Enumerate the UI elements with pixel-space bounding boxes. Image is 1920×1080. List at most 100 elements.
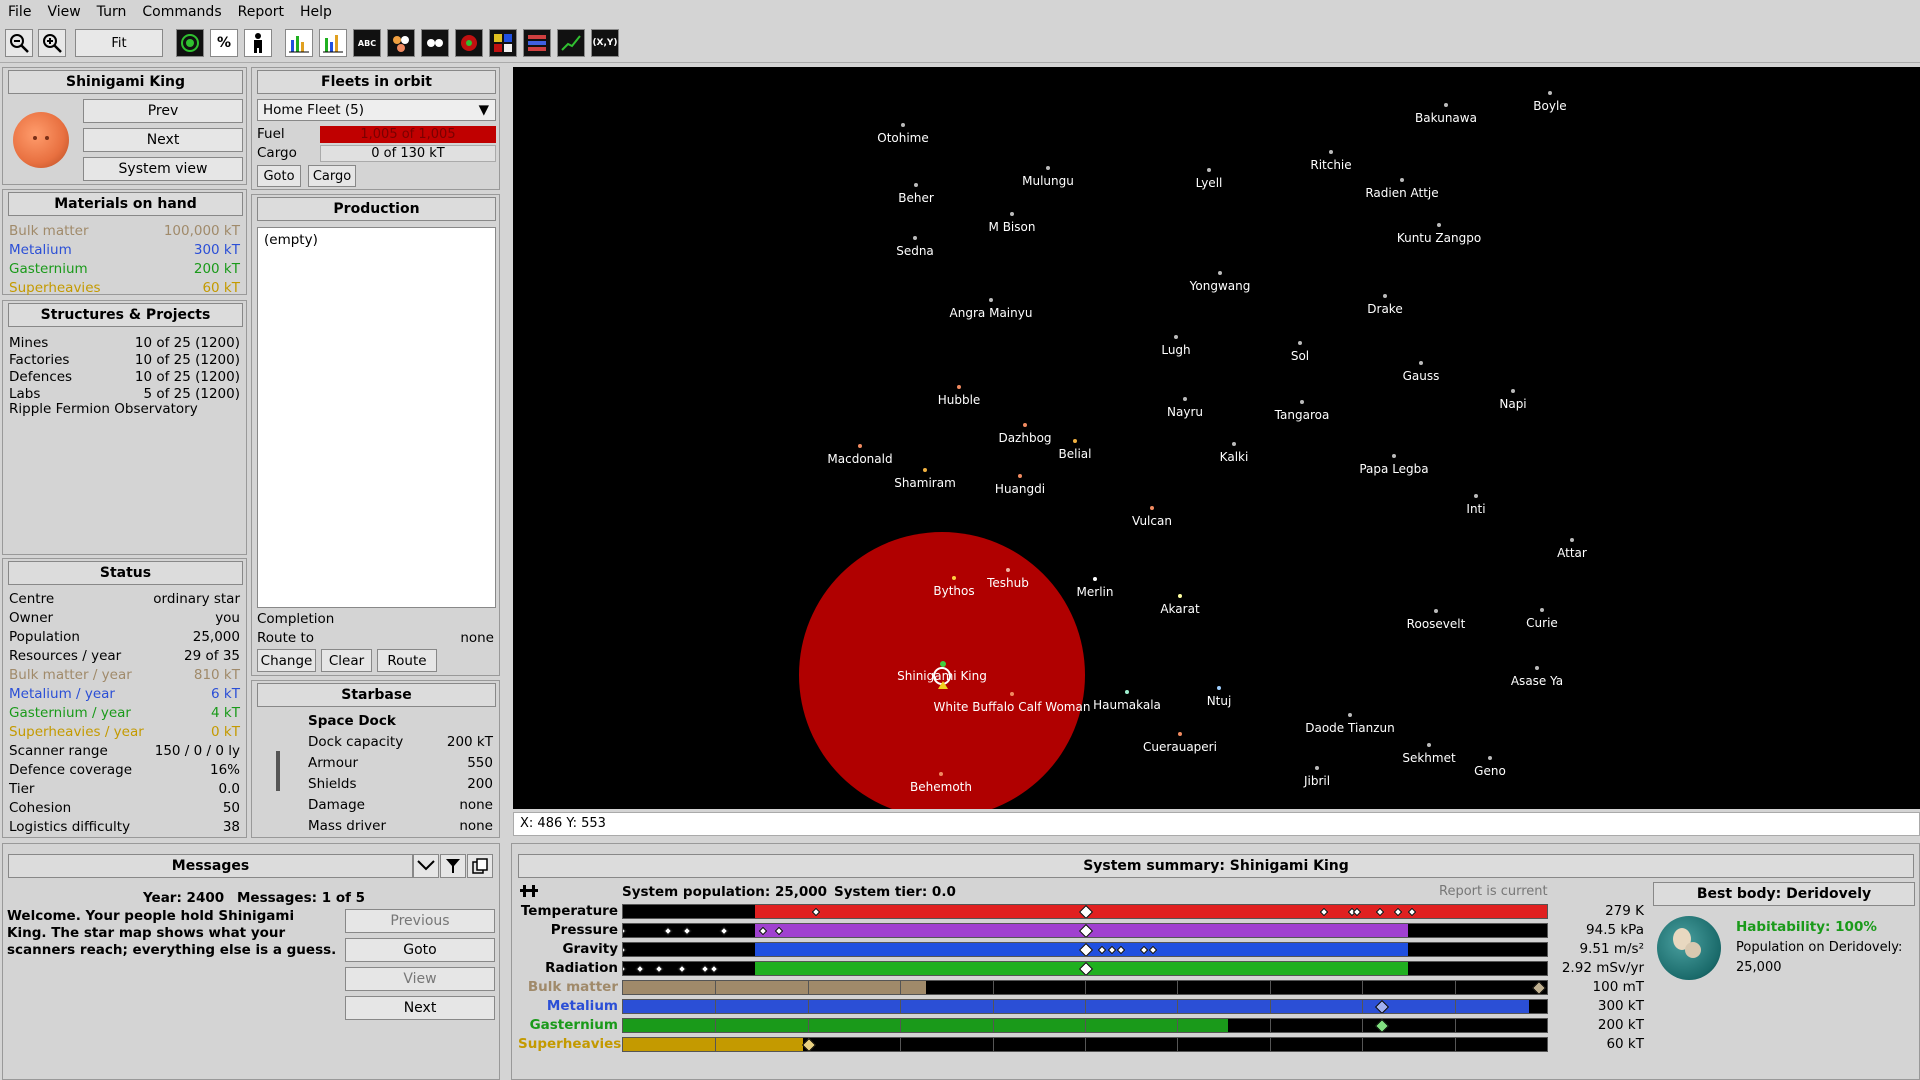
- menu-report[interactable]: Report: [238, 4, 284, 20]
- previous-message-button[interactable]: Previous: [345, 909, 495, 933]
- row-label: Labs: [9, 386, 41, 402]
- star-sol[interactable]: [1298, 341, 1302, 345]
- layers-view-icon[interactable]: [523, 29, 551, 57]
- star-teshub[interactable]: [1006, 568, 1010, 572]
- zoom-in-icon[interactable]: [38, 29, 66, 57]
- star-radien-attje[interactable]: [1400, 178, 1404, 182]
- star-white-buffalo-calf-woman[interactable]: [1010, 692, 1014, 696]
- status-title: Status: [8, 561, 243, 585]
- star-kuntu-zangpo[interactable]: [1437, 223, 1441, 227]
- menu-view[interactable]: View: [47, 4, 80, 20]
- star-curie[interactable]: [1540, 608, 1544, 612]
- star-cuerauaperi[interactable]: [1178, 732, 1182, 736]
- next-message-button[interactable]: Next: [345, 996, 495, 1020]
- prev-button[interactable]: Prev: [83, 99, 243, 123]
- cargo-button[interactable]: Cargo: [308, 165, 356, 187]
- star-attar[interactable]: [1570, 538, 1574, 542]
- clear-button[interactable]: Clear: [321, 649, 372, 672]
- star-dazhbog[interactable]: [1023, 423, 1027, 427]
- goto-button[interactable]: Goto: [257, 165, 301, 187]
- copy-icon[interactable]: [467, 854, 493, 878]
- star-beher[interactable]: [914, 183, 918, 187]
- star-haumakala[interactable]: [1125, 690, 1129, 694]
- star-sekhmet[interactable]: [1427, 743, 1431, 747]
- star-boyle[interactable]: [1548, 91, 1552, 95]
- graph-view-icon[interactable]: [557, 29, 585, 57]
- star-nayru[interactable]: [1183, 397, 1187, 401]
- star-akarat[interactable]: [1178, 594, 1182, 598]
- star-mulungu[interactable]: [1046, 166, 1050, 170]
- star-yongwang[interactable]: [1218, 271, 1222, 275]
- star-inti[interactable]: [1474, 494, 1478, 498]
- fleet-select[interactable]: Home Fleet (5) ▼: [257, 99, 496, 121]
- star-label: Sekhmet: [1402, 751, 1456, 765]
- star-lyell[interactable]: [1207, 168, 1211, 172]
- star-geno[interactable]: [1488, 756, 1492, 760]
- star-huangdi[interactable]: [1018, 474, 1022, 478]
- fit-button[interactable]: Fit: [75, 29, 163, 57]
- resource-chart-icon[interactable]: [285, 29, 313, 57]
- gauge-bar-radiation: [622, 961, 1548, 976]
- star-sedna[interactable]: [913, 236, 917, 240]
- menu-commands[interactable]: Commands: [142, 4, 221, 20]
- row-label: Metalium: [9, 242, 72, 258]
- production-list[interactable]: (empty): [257, 227, 496, 608]
- inbox-icon[interactable]: [413, 854, 439, 878]
- gauge-marker: [682, 926, 691, 936]
- gauge-value: 2.92 mSv/yr: [1561, 960, 1644, 976]
- view-message-button[interactable]: View: [345, 967, 495, 991]
- star-vulcan[interactable]: [1150, 506, 1154, 510]
- menu-turn[interactable]: Turn: [97, 4, 127, 20]
- star-ritchie[interactable]: [1329, 150, 1333, 154]
- scanner-view-icon[interactable]: [176, 29, 204, 57]
- star-napi[interactable]: [1511, 389, 1515, 393]
- star-drake[interactable]: [1383, 294, 1387, 298]
- planets-view-icon[interactable]: [387, 29, 415, 57]
- star-label: Angra Mainyu: [949, 306, 1033, 320]
- menu-file[interactable]: File: [8, 4, 31, 20]
- star-map[interactable]: Otohime Mulungu Lyell Ritchie Bakunawa Boyle R…: [513, 67, 1920, 809]
- goto-message-button[interactable]: Goto: [345, 938, 495, 962]
- gauge-bar-temperature: [622, 904, 1548, 919]
- coordinates-view-icon[interactable]: (X,Y): [591, 29, 619, 57]
- star-jibril[interactable]: [1315, 766, 1319, 770]
- star-lugh[interactable]: [1174, 335, 1178, 339]
- population-view-icon[interactable]: [244, 29, 272, 57]
- star-m-bison[interactable]: [1010, 212, 1014, 216]
- star-shinigami-king[interactable]: [940, 661, 946, 667]
- star-macdonald[interactable]: [858, 444, 862, 448]
- star-daode-tianzun[interactable]: [1348, 713, 1352, 717]
- star-bythos[interactable]: [952, 576, 956, 580]
- star-angra-mainyu[interactable]: [989, 298, 993, 302]
- star-tangaroa[interactable]: [1300, 400, 1304, 404]
- menu-help[interactable]: Help: [300, 4, 332, 20]
- change-button[interactable]: Change: [257, 649, 316, 672]
- filter-icon[interactable]: [440, 854, 466, 878]
- star-merlin[interactable]: [1093, 577, 1097, 581]
- star-shamiram[interactable]: [923, 468, 927, 472]
- route-button[interactable]: Route: [377, 649, 437, 672]
- mineral-chart-icon[interactable]: [319, 29, 347, 57]
- star-kalki[interactable]: [1232, 442, 1236, 446]
- star-asase-ya[interactable]: [1535, 666, 1539, 670]
- star-gauss[interactable]: [1419, 361, 1423, 365]
- star-ntuj[interactable]: [1217, 686, 1221, 690]
- next-button[interactable]: Next: [83, 128, 243, 152]
- star-roosevelt[interactable]: [1434, 609, 1438, 613]
- row-value: 100,000 kT: [163, 223, 240, 239]
- star-belial[interactable]: [1073, 439, 1077, 443]
- system-view-button[interactable]: System view: [83, 157, 243, 181]
- star-papa-legba[interactable]: [1392, 454, 1396, 458]
- percent-view-icon[interactable]: %: [210, 29, 238, 57]
- minefield-view-icon[interactable]: [455, 29, 483, 57]
- star-behemoth[interactable]: [939, 772, 943, 776]
- starbase-name: Space Dock: [308, 713, 396, 729]
- star-otohime[interactable]: [901, 123, 905, 127]
- star-hubble[interactable]: [957, 385, 961, 389]
- star-bakunawa[interactable]: [1444, 103, 1448, 107]
- fleets-view-icon[interactable]: [421, 29, 449, 57]
- names-view-icon[interactable]: ABC: [353, 29, 381, 57]
- gauge-marker: [654, 964, 664, 974]
- ownership-view-icon[interactable]: [489, 29, 517, 57]
- zoom-out-icon[interactable]: [5, 29, 33, 57]
